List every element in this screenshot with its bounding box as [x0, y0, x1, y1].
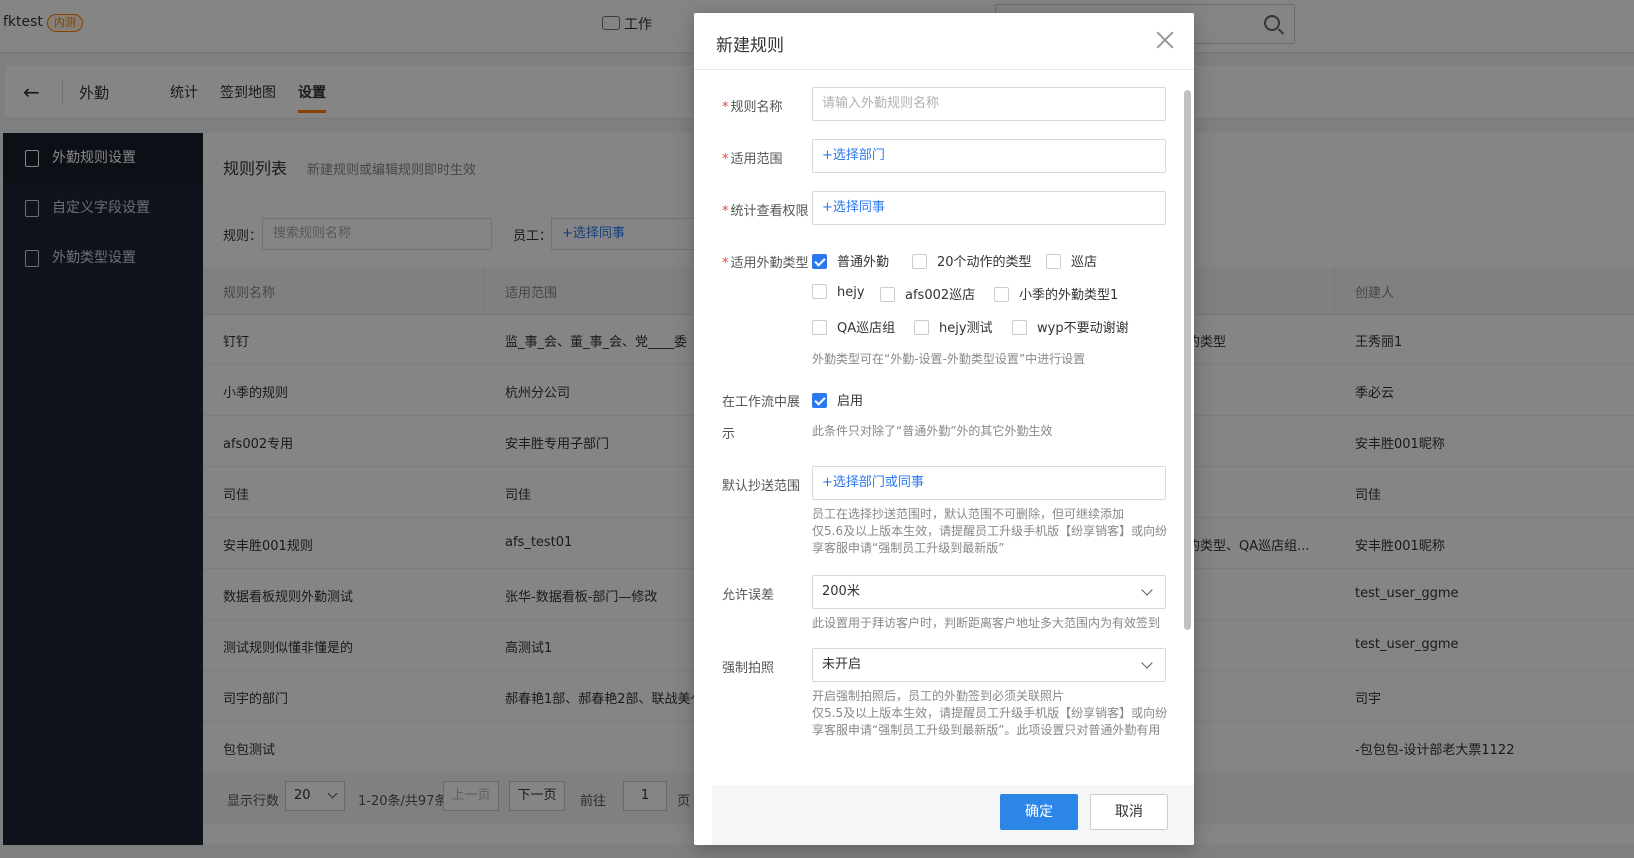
force-photo-select[interactable]: 未开启 — [812, 648, 1166, 682]
checkbox-icon — [812, 393, 827, 408]
force-photo-hint: 开启强制拍照后，员工的外勤签到必须关联照片 — [812, 689, 1065, 703]
select-colleague-field[interactable]: +选择同事 — [812, 191, 1166, 225]
scope-label: * 适用范围 — [722, 152, 783, 167]
type-checkbox[interactable]: hejy测试 — [914, 317, 993, 336]
cc-hint: 员工在选择抄送范围时，默认范围不可删除，但可继续添加 — [812, 507, 1125, 521]
required-mark: * — [722, 100, 729, 115]
dialog-body[interactable]: * 规则名称 请输入外勤规则名称 * 适用范围 +选择部门 * 统计查看权限 +选择同… — [694, 70, 1194, 785]
workflow-label-cont: 示 — [722, 427, 736, 442]
dialog-title: 新建规则 — [716, 36, 784, 56]
select-cc-field[interactable]: +选择部门或同事 — [812, 466, 1166, 500]
types-hint: 外勤类型可在“外勤-设置-外勤类型设置”中进行设置 — [812, 352, 1086, 366]
workflow-label: 在工作流中展 — [722, 395, 801, 410]
cancel-button[interactable]: 取消 — [1090, 794, 1168, 830]
checkbox-icon — [812, 254, 827, 269]
scrollbar[interactable] — [1184, 90, 1191, 630]
checkbox-icon — [1046, 254, 1061, 269]
type-checkbox[interactable]: 小季的外勤类型1 — [994, 284, 1118, 303]
force-photo-version-hint: 仅5.5及以上版本生效，请提醒员工升级手机版【纷享销客】或向纷享客服申请“强制员… — [812, 706, 1168, 737]
close-icon[interactable] — [1154, 29, 1176, 51]
required-mark: * — [722, 204, 729, 219]
chevron-down-icon — [1141, 657, 1153, 669]
tolerance-label: 允许误差 — [722, 588, 775, 603]
cc-version-hint: 仅5.6及以上版本生效，请提醒员工升级手机版【纷享销客】或向纷享客服申请“强制员… — [812, 524, 1168, 555]
rule-name-input[interactable]: 请输入外勤规则名称 — [812, 87, 1166, 121]
checkbox-icon — [914, 320, 929, 335]
workflow-hint: 此条件只对除了“普通外勤”外的其它外勤生效 — [812, 424, 1053, 438]
new-rule-dialog: 新建规则 * 规则名称 请输入外勤规则名称 * 适用范围 +选择部门 * 统计查看权限… — [694, 13, 1194, 845]
checkbox-icon — [912, 254, 927, 269]
checkbox-icon — [812, 284, 827, 299]
cc-scope-label: 默认抄送范围 — [722, 479, 801, 494]
stats-permission-label: * 统计查看权限 — [722, 204, 809, 219]
type-checkbox[interactable]: afs002巡店 — [880, 284, 975, 303]
tolerance-select[interactable]: 200米 — [812, 575, 1166, 609]
checkbox-icon — [812, 320, 827, 335]
force-photo-label: 强制拍照 — [722, 661, 775, 676]
type-checkbox[interactable]: 20个动作的类型 — [912, 251, 1032, 270]
dialog-footer: 确定 取消 — [712, 785, 1194, 845]
type-checkbox[interactable]: QA巡店组 — [812, 317, 895, 336]
type-checkbox[interactable]: 巡店 — [1046, 251, 1097, 270]
chevron-down-icon — [1141, 584, 1153, 596]
tolerance-hint: 此设置用于拜访客户时，判断距离客户地址多大范围内为有效签到 — [812, 616, 1161, 630]
dialog-header: 新建规则 — [694, 13, 1194, 70]
rule-name-label: * 规则名称 — [722, 100, 783, 115]
workflow-enable-checkbox[interactable]: 启用 — [812, 390, 863, 409]
required-mark: * — [722, 152, 729, 167]
field-types-label: * 适用外勤类型 — [722, 256, 809, 271]
checkbox-icon — [1012, 320, 1027, 335]
checkbox-icon — [994, 287, 1009, 302]
type-checkbox[interactable]: hejy — [812, 284, 865, 302]
type-checkbox[interactable]: wyp不要动谢谢 — [1012, 317, 1129, 336]
checkbox-icon — [880, 287, 895, 302]
type-checkbox[interactable]: 普通外勤 — [812, 251, 889, 270]
confirm-button[interactable]: 确定 — [1000, 794, 1078, 830]
select-department-field[interactable]: +选择部门 — [812, 139, 1166, 173]
required-mark: * — [722, 256, 729, 271]
